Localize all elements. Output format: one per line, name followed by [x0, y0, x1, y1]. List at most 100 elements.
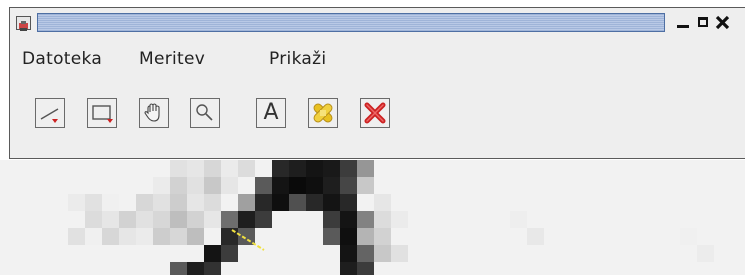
image-pixel: [374, 194, 391, 211]
image-pixel: [272, 194, 289, 211]
image-pixel: [170, 262, 187, 275]
image-pixel: [221, 211, 238, 228]
image-pixel: [204, 160, 221, 177]
image-pixel: [153, 194, 170, 211]
close-button[interactable]: [715, 12, 731, 32]
image-pixel: [153, 177, 170, 194]
image-pixel: [510, 211, 527, 228]
image-pixel: [85, 194, 102, 211]
image-pixel: [340, 228, 357, 245]
image-pixel: [527, 228, 544, 245]
image-pixel: [170, 160, 187, 177]
image-pixel: [187, 211, 204, 228]
line-tool-button[interactable]: [35, 98, 65, 128]
image-pixel: [119, 211, 136, 228]
image-pixel: [374, 228, 391, 245]
image-pixel: [238, 228, 255, 245]
app-icon: [16, 16, 31, 31]
menu-item-prikazi[interactable]: Prikaži: [269, 49, 326, 69]
image-pixel: [204, 177, 221, 194]
image-pixel: [221, 177, 238, 194]
pan-tool-button[interactable]: [139, 98, 169, 128]
image-pixel: [272, 177, 289, 194]
image-pixel: [289, 177, 306, 194]
image-pixel: [187, 194, 204, 211]
image-pixel: [272, 160, 289, 177]
image-pixel: [323, 228, 340, 245]
image-pixel: [238, 194, 255, 211]
rectangle-tool-button[interactable]: [87, 98, 117, 128]
rectangle-tool-icon: [92, 105, 113, 123]
image-pixel: [255, 194, 272, 211]
image-pixel: [289, 160, 306, 177]
image-pixel: [374, 211, 391, 228]
zoom-tool-button[interactable]: [190, 98, 220, 128]
image-pixel: [357, 245, 374, 262]
image-pixel: [136, 211, 153, 228]
clear-bandage-icon: [313, 103, 333, 123]
app-window: Datoteka Meritev Prikaži A: [9, 7, 745, 159]
image-pixel: [187, 262, 204, 275]
image-pixel: [204, 245, 221, 262]
image-pixel: [170, 194, 187, 211]
menu-item-meritev[interactable]: Meritev: [139, 49, 205, 69]
image-pixel: [68, 194, 85, 211]
image-pixel: [340, 194, 357, 211]
delete-tool-button[interactable]: [360, 98, 390, 128]
text-tool-button[interactable]: A: [256, 98, 286, 128]
image-pixel: [323, 194, 340, 211]
image-pixel: [340, 262, 357, 275]
image-pixel: [187, 160, 204, 177]
image-pixel: [357, 228, 374, 245]
menu-bar: Datoteka Meritev Prikaži: [10, 46, 745, 70]
minimize-button[interactable]: [675, 12, 691, 32]
image-pixel: [187, 177, 204, 194]
image-pixel: [170, 177, 187, 194]
image-pixel: [85, 228, 102, 245]
line-tool-icon: [40, 108, 59, 123]
window-title: [37, 13, 665, 32]
image-pixel: [255, 211, 272, 228]
image-pixel: [306, 160, 323, 177]
image-canvas[interactable]: [0, 160, 745, 275]
image-pixel: [289, 194, 306, 211]
image-pixel: [680, 228, 697, 245]
image-pixel: [306, 177, 323, 194]
image-pixel: [204, 211, 221, 228]
image-pixel: [391, 211, 408, 228]
image-pixel: [102, 211, 119, 228]
image-pixel: [204, 194, 221, 211]
image-pixel: [204, 262, 221, 275]
pixelated-image: [68, 160, 714, 275]
title-bar[interactable]: [10, 8, 745, 38]
clear-tool-button[interactable]: [308, 98, 338, 128]
maximize-button[interactable]: [695, 12, 711, 32]
image-pixel: [238, 160, 255, 177]
image-pixel: [323, 160, 340, 177]
image-pixel: [323, 211, 340, 228]
image-pixel: [136, 194, 153, 211]
close-icon: [715, 15, 730, 30]
image-pixel: [136, 228, 153, 245]
image-pixel: [323, 177, 340, 194]
image-pixel: [357, 262, 374, 275]
image-pixel: [255, 177, 272, 194]
image-pixel: [170, 228, 187, 245]
minimize-icon: [677, 25, 689, 28]
image-pixel: [102, 228, 119, 245]
image-pixel: [221, 160, 238, 177]
image-pixel: [340, 211, 357, 228]
image-pixel: [340, 160, 357, 177]
toolbar: A: [10, 86, 745, 136]
menu-item-datoteka[interactable]: Datoteka: [22, 49, 102, 69]
image-pixel: [391, 245, 408, 262]
image-pixel: [153, 228, 170, 245]
image-pixel: [85, 211, 102, 228]
delete-x-icon: [364, 102, 386, 124]
image-pixel: [697, 245, 714, 262]
image-pixel: [340, 177, 357, 194]
image-pixel: [221, 245, 238, 262]
hand-pan-icon: [144, 103, 160, 122]
image-pixel: [102, 194, 119, 211]
image-pixel: [153, 211, 170, 228]
